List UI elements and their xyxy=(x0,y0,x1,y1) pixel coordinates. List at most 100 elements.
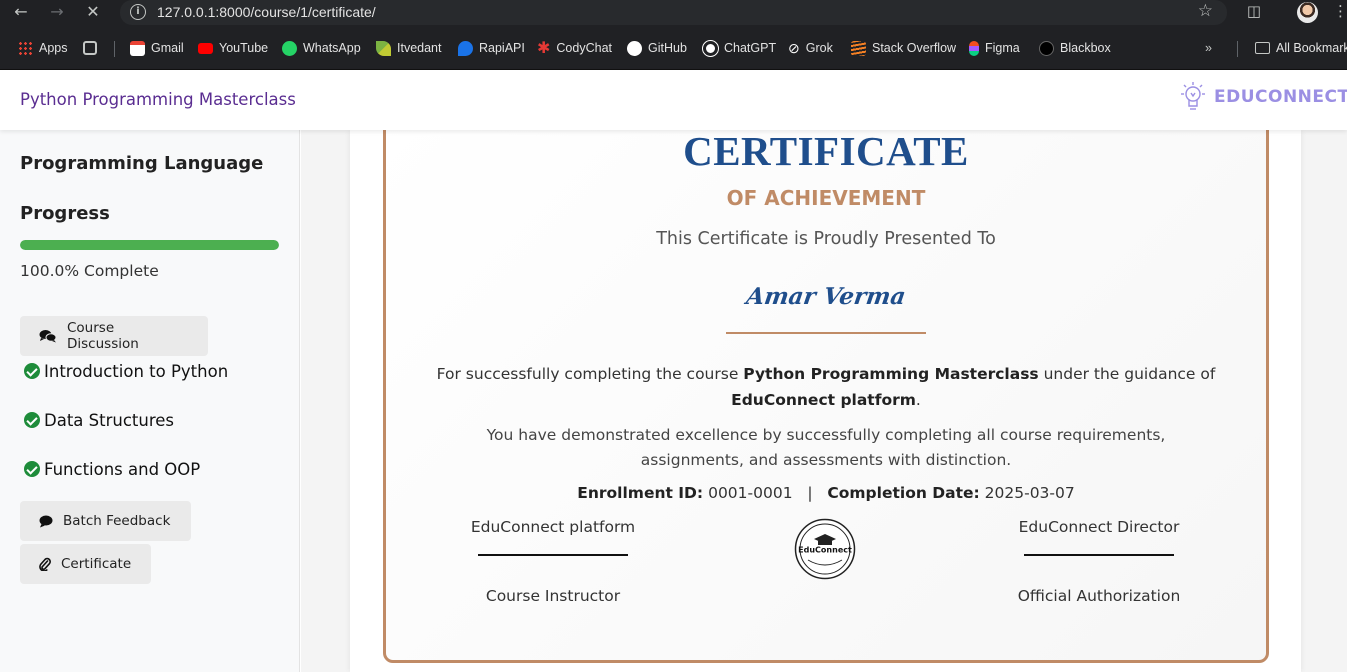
bookmark-label: Itvedant xyxy=(397,41,442,55)
address-bar[interactable]: i 127.0.0.1:8000/course/1/certificate/ ☆ xyxy=(120,0,1227,25)
profile-avatar[interactable] xyxy=(1297,2,1318,23)
github-icon xyxy=(627,40,642,56)
course-discussion-button[interactable]: Course Discussion xyxy=(20,316,208,356)
back-icon[interactable]: ← xyxy=(10,2,32,22)
bookmark-blackbox[interactable]: Blackbox xyxy=(1039,39,1111,57)
recipient-name: Amar Verma xyxy=(744,283,908,310)
certificate-meta: Enrollment ID: 0001-0001 | Completion Da… xyxy=(386,484,1266,502)
paperclip-icon xyxy=(39,557,51,571)
statement-middle: under the guidance of xyxy=(1038,365,1216,383)
right-signer-name: EduConnect Director xyxy=(1018,518,1180,536)
more-bookmarks-icon[interactable]: » xyxy=(1205,39,1212,57)
lesson-label: Introduction to Python xyxy=(44,361,229,381)
bookmark-codychat[interactable]: ✱ CodyChat xyxy=(537,39,612,57)
left-signature-line xyxy=(478,554,628,556)
comment-icon xyxy=(39,515,53,527)
rapidapi-icon xyxy=(458,40,473,56)
statement-suffix: . xyxy=(915,391,921,409)
main-content: CERTIFICATE OF ACHIEVEMENT This Certific… xyxy=(301,120,1347,672)
site-info-icon[interactable]: i xyxy=(130,4,146,20)
browser-menu-icon[interactable]: ⋮ xyxy=(1333,2,1347,20)
apps-grid-icon xyxy=(18,40,33,56)
course-sidebar: Programming Language Progress 100.0% Com… xyxy=(0,130,300,672)
lesson-label: Data Structures xyxy=(44,410,174,430)
all-bookmarks[interactable]: All Bookmarks xyxy=(1255,39,1347,57)
figma-icon xyxy=(969,40,979,56)
url-text[interactable]: 127.0.0.1:8000/course/1/certificate/ xyxy=(157,4,376,20)
recipient-underline xyxy=(726,332,926,334)
certificate-button[interactable]: Certificate xyxy=(20,544,151,584)
lightbulb-icon xyxy=(1181,82,1205,110)
certificate-page: CERTIFICATE OF ACHIEVEMENT This Certific… xyxy=(350,120,1301,672)
progress-text: 100.0% Complete xyxy=(20,262,159,280)
all-bookmarks-label: All Bookmarks xyxy=(1276,41,1347,55)
progress-bar-fill xyxy=(20,240,279,250)
statement-course-name: Python Programming Masterclass xyxy=(743,365,1039,383)
educonnect-seal-icon: EduConnect xyxy=(794,518,856,580)
chatgpt-icon xyxy=(702,39,719,57)
bookmark-label: WhatsApp xyxy=(303,41,361,55)
bookmark-whatsapp[interactable]: WhatsApp xyxy=(282,39,361,57)
bookmark-label: YouTube xyxy=(219,41,269,55)
bookmark-label: RapiAPI xyxy=(479,41,525,55)
completion-label: Completion Date: xyxy=(827,484,980,502)
certificate-card: CERTIFICATE OF ACHIEVEMENT This Certific… xyxy=(383,120,1269,663)
extensions-icon[interactable]: ◫ xyxy=(1244,2,1264,22)
grid-icon xyxy=(83,41,97,55)
seal-text: EduConnect xyxy=(798,546,852,555)
tab-groups-icon[interactable] xyxy=(83,39,97,57)
meta-separator: | xyxy=(807,484,813,502)
statement-platform: EduConnect platform xyxy=(731,391,916,409)
bookmark-apps[interactable]: Apps xyxy=(18,39,68,57)
bookmark-youtube[interactable]: YouTube xyxy=(198,39,268,57)
bookmark-rapidapi[interactable]: RapiAPI xyxy=(458,39,525,57)
progress-bar xyxy=(20,240,279,250)
certificate-title: CERTIFICATE xyxy=(683,128,969,174)
bookmark-label: GitHub xyxy=(648,41,687,55)
bookmark-star-icon[interactable]: ☆ xyxy=(1198,1,1213,21)
bookmark-figma[interactable]: Figma xyxy=(969,39,1020,57)
lesson-item[interactable]: Data Structures xyxy=(24,409,174,431)
excellence-statement: You have demonstrated excellence by succ… xyxy=(486,426,1166,469)
bookmark-label: Blackbox xyxy=(1060,41,1111,55)
youtube-icon xyxy=(198,42,213,54)
browser-toolbar: ← → ✕ i 127.0.0.1:8000/course/1/certific… xyxy=(0,0,1347,25)
stop-loading-icon[interactable]: ✕ xyxy=(82,2,104,22)
bookmark-separator xyxy=(114,41,115,57)
bookmark-label: Apps xyxy=(39,41,68,55)
bookmark-separator xyxy=(1237,41,1238,57)
grok-icon: ⊘ xyxy=(788,39,800,56)
whatsapp-icon xyxy=(282,40,297,56)
lesson-label: Functions and OOP xyxy=(44,459,201,479)
course-title[interactable]: Python Programming Masterclass xyxy=(20,90,296,109)
statement-prefix: For successfully completing the course xyxy=(436,365,744,383)
certificate-subtitle: OF ACHIEVEMENT xyxy=(726,186,926,210)
bookmark-gmail[interactable]: Gmail xyxy=(130,39,184,57)
check-circle-icon xyxy=(24,363,40,379)
bookmark-label: Figma xyxy=(985,41,1020,55)
bookmark-chatgpt[interactable]: ChatGPT xyxy=(702,39,776,57)
comments-icon xyxy=(39,330,57,343)
bookmark-github[interactable]: GitHub xyxy=(627,39,687,57)
lesson-item[interactable]: Functions and OOP xyxy=(24,458,200,480)
forward-icon[interactable]: → xyxy=(46,2,68,22)
completion-statement: For successfully completing the course P… xyxy=(426,361,1226,413)
brand-logo[interactable]: EDUCONNECT xyxy=(1178,80,1347,114)
left-signer-role: Course Instructor xyxy=(485,587,621,605)
bookmark-label: CodyChat xyxy=(556,41,612,55)
bookmark-label: Gmail xyxy=(151,41,184,55)
bookmark-label: Grok xyxy=(805,41,833,55)
bookmark-grok[interactable]: ⊘ Grok xyxy=(788,39,833,57)
batch-feedback-button[interactable]: Batch Feedback xyxy=(20,501,191,541)
stackoverflow-icon xyxy=(851,40,866,56)
bookmark-itvedant[interactable]: Itvedant xyxy=(376,39,441,57)
bookmark-label: Stack Overflow xyxy=(872,41,957,55)
app-header: Python Programming Masterclass EDUCONNEC… xyxy=(0,70,1347,130)
gmail-icon xyxy=(130,40,145,56)
course-discussion-label: Course Discussion xyxy=(67,320,139,352)
bookmark-stackoverflow[interactable]: Stack Overflow xyxy=(851,39,956,57)
lesson-item[interactable]: Introduction to Python xyxy=(24,360,228,382)
enrollment-label: Enrollment ID: xyxy=(577,484,704,502)
completion-date: 2025-03-07 xyxy=(984,484,1075,502)
blackbox-icon xyxy=(1039,40,1054,56)
